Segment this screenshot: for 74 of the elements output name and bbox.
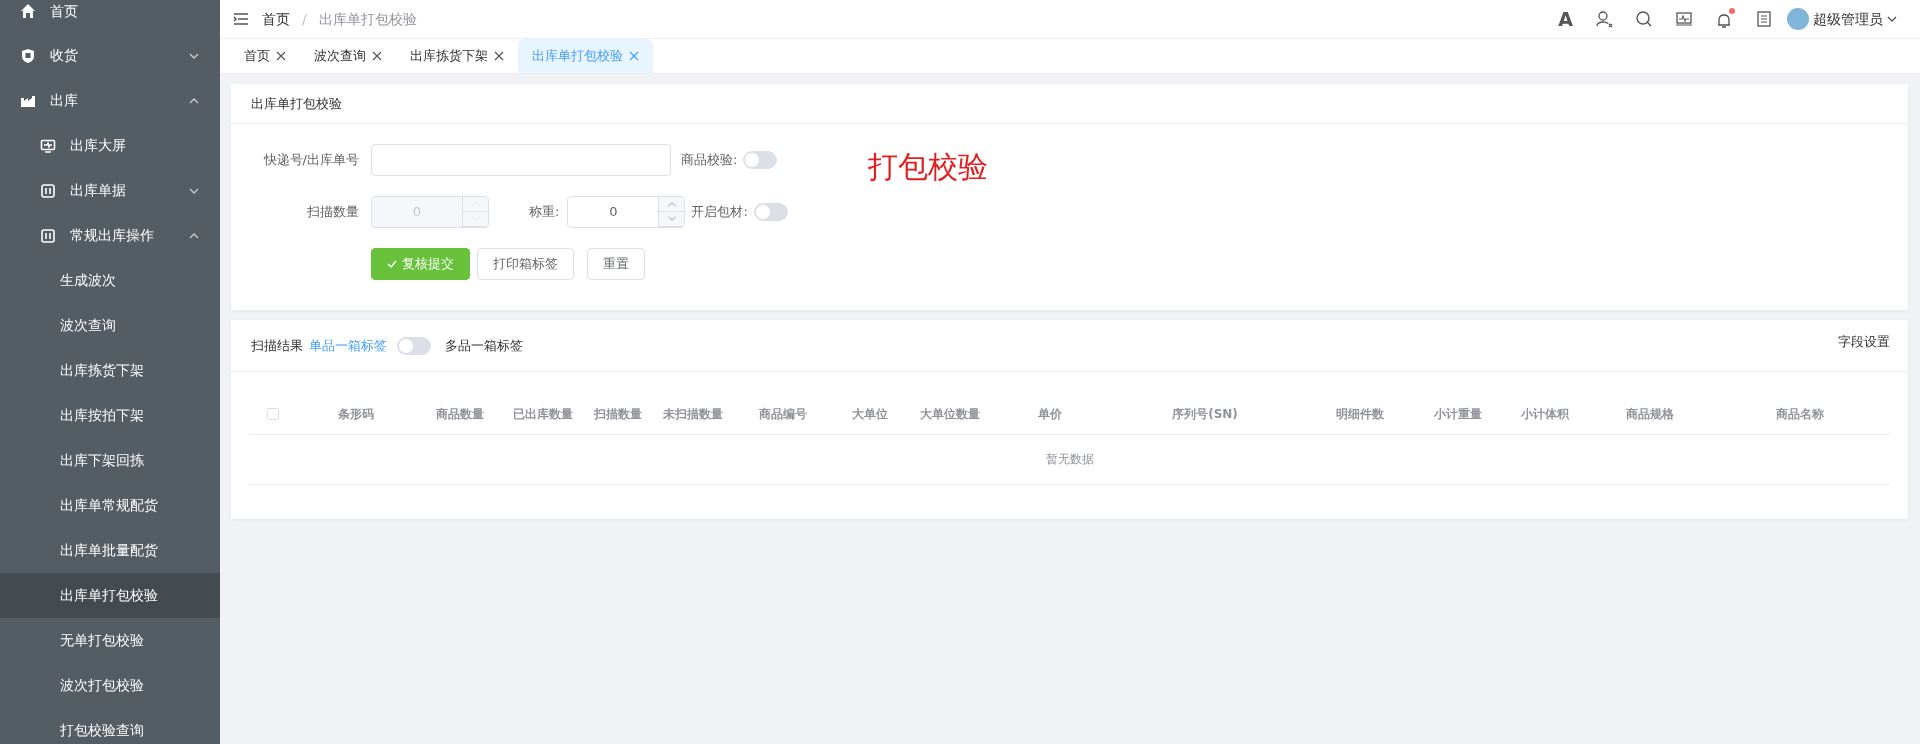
document-icon[interactable] [1755,10,1773,28]
sidebar-item[interactable]: 出库单据 [0,168,220,213]
column-header: 明细件数 [1305,394,1415,434]
column-header: 单价 [995,394,1105,434]
annotation-text: 打包校验 [868,148,988,186]
column-header: 未扫描数量 [655,394,730,434]
sidebar-item[interactable]: 首页 [0,0,220,33]
column-header: 商品数量 [415,394,505,434]
column-header: 扫描数量 [580,394,655,434]
section-title: 扫描结果 [251,336,303,355]
document-icon [40,227,56,244]
empty-text: 暂无数据 [1045,452,1094,466]
user-icon[interactable] [1595,10,1613,28]
search-icon[interactable] [1635,10,1653,28]
sidebar-item[interactable]: 出库下架回拣 [0,438,220,483]
sidebar-item[interactable]: 出库单打包校验 [0,573,220,618]
toggle-switch[interactable] [397,336,431,355]
close-icon[interactable] [494,51,504,61]
column-header: 小计重量 [1415,394,1500,434]
menu-icon[interactable] [232,10,250,28]
column-header: 大单位 [835,394,905,434]
sidebar-item[interactable]: 出库按拍下架 [0,393,220,438]
sidebar-item[interactable]: 出库单批量配货 [0,528,220,573]
column-header: 商品编号 [730,394,835,434]
column-header: 条形码 [297,394,415,434]
field-label: 快递号/出库单号 [262,151,360,170]
button[interactable]: 重置 [587,248,645,280]
font-size-button[interactable]: A [1558,9,1573,29]
sidebar-item[interactable]: 出库单常规配货 [0,483,220,528]
field-label: 称重: [529,203,560,222]
settings-link[interactable]: 字段设置 [1838,332,1890,352]
user-name[interactable]: 超级管理员 [1812,8,1883,30]
close-icon[interactable] [276,51,286,61]
sidebar-item[interactable]: 无单打包校验 [0,618,220,663]
sidebar-item[interactable]: 打包校验查询 [0,708,220,744]
tab[interactable]: 波次查询 [300,39,396,73]
column-header: 小计体积 [1500,394,1590,434]
column-header: 已出库数量 [505,394,580,434]
button[interactable]: 打印箱标签 [477,248,574,280]
column-header: 商品名称 [1710,394,1890,434]
field-label: 扫描数量 [306,203,360,222]
sidebar-item[interactable]: 出库大屏 [0,123,220,168]
close-icon[interactable] [372,51,382,61]
avatar[interactable] [1787,8,1809,30]
breadcrumb-item: 出库单打包校验 [318,9,417,29]
breadcrumb-separator: / [302,9,307,29]
card-title: 出库单打包校验 [231,84,1908,124]
sidebar-item[interactable]: 收货 [0,33,220,78]
toggle-switch[interactable] [753,203,788,221]
sidebar-item[interactable]: 波次打包校验 [0,663,220,708]
toggle-label[interactable]: 多品一箱标签 [445,335,523,356]
bell-icon[interactable] [1715,12,1733,30]
column-header: 序列号(SN) [1105,394,1305,434]
column-header: 商品规格 [1590,394,1710,434]
field-label: 商品校验: [681,151,738,170]
document-icon [40,182,56,199]
field-label: 开启包材: [691,203,748,222]
sidebar-item[interactable]: 波次查询 [0,303,220,348]
sidebar-item[interactable]: 常规出库操作 [0,213,220,258]
sidebar-item[interactable]: 出库 [0,78,220,123]
check-icon [387,259,397,269]
toggle-switch[interactable] [743,151,778,169]
tab[interactable]: 出库拣货下架 [396,39,518,73]
column-header: 大单位数量 [905,394,995,434]
tab[interactable]: 首页 [230,39,300,73]
sidebar-item[interactable]: 生成波次 [0,258,220,303]
breadcrumb-item[interactable]: 首页 [262,8,290,30]
input-field[interactable] [371,144,671,176]
sidebar-item[interactable]: 出库拣货下架 [0,348,220,393]
checkbox[interactable] [267,408,279,421]
monitor-icon[interactable] [1675,10,1693,28]
shield-icon [20,47,36,64]
monitor-icon [40,137,56,154]
home-icon [20,3,36,19]
